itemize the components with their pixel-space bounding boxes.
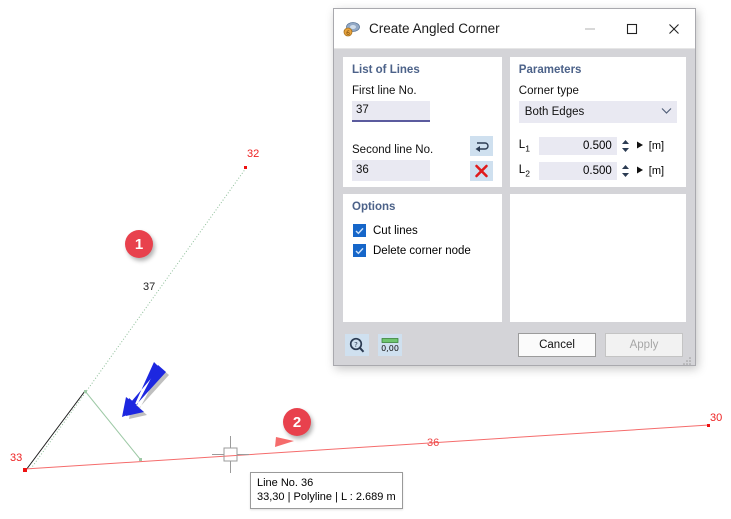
dialog-bottom-row: Options Cut lines Delete corner node	[343, 187, 686, 322]
line-37-path	[29, 167, 247, 471]
second-line-no-input[interactable]: 36	[352, 160, 430, 181]
maximize-icon[interactable]	[611, 9, 653, 48]
delete-corner-node-label: Delete corner node	[373, 244, 471, 257]
corner-node-dot	[84, 390, 87, 393]
close-icon[interactable]	[653, 9, 695, 48]
line-info-tooltip: Line No. 36 33,30 | Polyline | L : 2.689…	[250, 472, 403, 510]
l1-unit: [m]	[648, 140, 665, 152]
l2-play-icon[interactable]	[635, 164, 645, 178]
blue-pointer-arrow	[122, 362, 169, 419]
create-angled-corner-dialog: 6 Create Angled Corner List of Lines Fir…	[333, 8, 696, 366]
dialog-title-bar[interactable]: 6 Create Angled Corner	[334, 9, 695, 49]
node-30-dot	[707, 424, 710, 427]
delete-corner-node-checkbox[interactable]	[353, 244, 366, 257]
annotation-badge-2: 2	[283, 408, 311, 436]
line-label-37: 37	[143, 281, 156, 293]
node-label-32: 32	[247, 148, 260, 160]
l1-input[interactable]: 0.500	[538, 137, 617, 155]
swap-arrow-icon[interactable]	[469, 136, 493, 156]
l2-unit: [m]	[648, 165, 665, 177]
preview-panel	[509, 194, 686, 322]
group-title-options: Options	[352, 201, 396, 213]
tooltip-line-details: 33,30 | Polyline | L : 2.689 m	[257, 491, 396, 504]
param-row-l2: L2 0.500 [m]	[510, 162, 686, 180]
cancel-button[interactable]: Cancel	[518, 333, 596, 357]
group-options: Options Cut lines Delete corner node	[343, 194, 502, 322]
first-line-no-label: First line No.	[352, 85, 417, 97]
second-line-no-label: Second line No.	[352, 144, 434, 156]
corner-type-select[interactable]: Both Edges	[518, 101, 677, 123]
l2-input[interactable]: 0.500	[538, 162, 617, 180]
line-36-direction-arrow	[275, 437, 294, 447]
line-37-solid-segment	[25, 390, 86, 471]
checkbox-row-cut-lines[interactable]: Cut lines	[343, 224, 502, 237]
svg-text:0,00: 0,00	[381, 344, 399, 353]
node-label-33: 33	[10, 452, 23, 464]
apply-button[interactable]: Apply	[605, 333, 683, 357]
l1-play-icon[interactable]	[635, 139, 645, 153]
crosshair-cursor	[212, 436, 249, 473]
group-title-parameters: Parameters	[518, 64, 582, 76]
group-title-list-of-lines: List of Lines	[352, 64, 420, 76]
minimize-icon[interactable]	[569, 9, 611, 48]
l2-label: L2	[518, 163, 530, 179]
svg-text:6: 6	[346, 30, 350, 37]
intersection-node-dot	[139, 458, 142, 461]
l1-label: L1	[518, 138, 530, 154]
corner-type-value: Both Edges	[524, 106, 585, 118]
group-parameters: Parameters Corner type Both Edges L1 0.5…	[509, 57, 686, 187]
l2-subscript: 2	[525, 168, 530, 179]
red-x-delete-icon[interactable]	[469, 161, 493, 181]
corner-type-label: Corner type	[518, 85, 579, 97]
l1-stepper[interactable]	[621, 138, 631, 154]
angled-corner-icon: 6	[343, 20, 361, 38]
annotation-badge-1: 1	[125, 230, 153, 258]
cut-lines-checkbox[interactable]	[353, 224, 366, 237]
svg-text:?: ?	[354, 341, 358, 349]
l1-subscript: 1	[525, 143, 530, 154]
group-list-of-lines: List of Lines First line No. 37 Second l…	[343, 57, 502, 187]
checkbox-row-delete-corner-node[interactable]: Delete corner node	[343, 244, 502, 257]
number-format-icon[interactable]: 0,00	[378, 334, 402, 356]
first-line-no-input[interactable]: 37	[352, 101, 430, 122]
dialog-top-row: List of Lines First line No. 37 Second l…	[343, 57, 686, 187]
dialog-body: List of Lines First line No. 37 Second l…	[334, 49, 695, 322]
l2-stepper[interactable]	[621, 163, 631, 179]
line-label-36: 36	[427, 437, 440, 449]
dialog-title: Create Angled Corner	[369, 21, 500, 36]
resize-grip-icon[interactable]	[682, 355, 692, 365]
node-label-30: 30	[710, 412, 723, 424]
line-36-path	[24, 424, 710, 470]
node-32-dot	[244, 166, 247, 169]
footer-icon-group: ? 0,00	[345, 334, 402, 356]
cut-lines-label: Cut lines	[373, 224, 418, 237]
help-magnifier-icon[interactable]: ?	[345, 334, 369, 356]
node-33-dot	[23, 468, 27, 472]
tooltip-line-title: Line No. 36	[257, 477, 314, 489]
chevron-down-icon	[660, 106, 673, 118]
dialog-footer: ? 0,00 Cancel Apply	[334, 322, 695, 368]
param-row-l1: L1 0.500 [m]	[510, 137, 686, 155]
